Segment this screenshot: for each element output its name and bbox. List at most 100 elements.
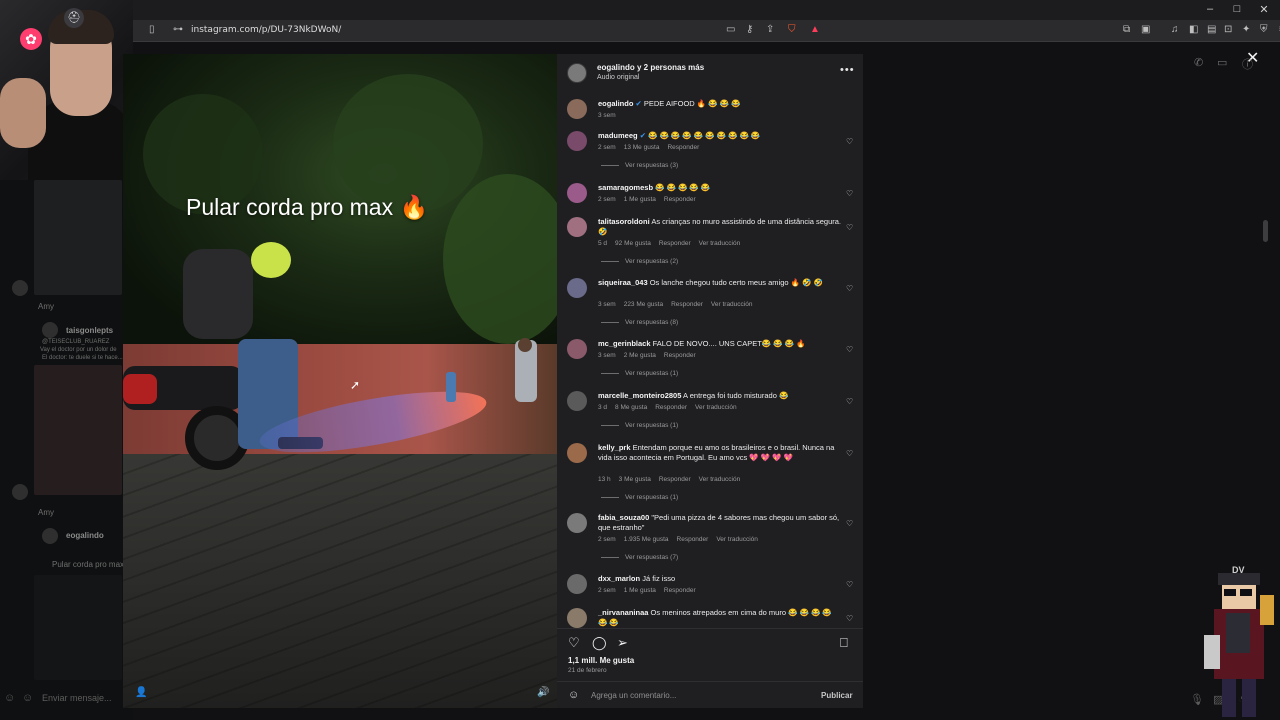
site-settings-icon[interactable]: ⊶ (173, 24, 183, 35)
like-icon[interactable]: ♡ (568, 635, 580, 651)
comment-likes[interactable]: 1 Me gusta (624, 587, 656, 594)
comment-like-icon[interactable]: ♡ (846, 223, 853, 232)
extensions-icon[interactable]: ⧉ (1123, 24, 1130, 35)
brave-rewards-icon[interactable]: ▲ (810, 24, 820, 35)
share-icon[interactable]: ⇪ (766, 24, 774, 35)
reply-button[interactable]: Responder (671, 301, 703, 308)
music-icon[interactable]: ♫ (1171, 24, 1179, 35)
cast-icon[interactable]: ▭ (726, 24, 735, 35)
translate-button[interactable]: Ver traducción (699, 476, 741, 483)
vpn-icon[interactable]: ⛨ (1260, 24, 1268, 35)
emoji-picker-icon[interactable]: ☺ (568, 689, 579, 701)
reply-button[interactable]: Responder (659, 476, 691, 483)
comment-like-icon[interactable]: ♡ (846, 397, 853, 406)
wallet-icon[interactable]: ▣ (1141, 24, 1150, 35)
reply-button[interactable]: Responder (667, 144, 699, 151)
comment-avatar[interactable] (567, 278, 587, 298)
maximize-button[interactable]: □ (1227, 3, 1247, 15)
comment-avatar[interactable] (567, 608, 587, 628)
comment-likes[interactable]: 2 Me gusta (624, 352, 656, 359)
comment-like-icon[interactable]: ♡ (846, 345, 853, 354)
comment-likes[interactable]: 92 Me gusta (615, 240, 651, 247)
comment-likes[interactable]: 1 Me gusta (624, 196, 656, 203)
address-bar[interactable]: ▯ ⊶ instagram.com/p/DU-73NkDWoN/ ▭ ⚷ ⇪ ⛉… (133, 20, 1280, 42)
minimize-button[interactable]: – (1200, 3, 1220, 15)
scrollbar-thumb[interactable] (1263, 220, 1268, 242)
comment-username[interactable]: kelly_prk (598, 443, 631, 452)
comment-username[interactable]: mc_gerinblack (598, 339, 651, 348)
audio-label[interactable]: Audio original (597, 74, 639, 81)
comment-username[interactable]: samaragomesb (598, 183, 653, 192)
translate-button[interactable]: Ver traducción (695, 404, 737, 411)
reply-button[interactable]: Responder (677, 536, 709, 543)
comment-avatar[interactable] (567, 391, 587, 411)
comment-username[interactable]: eogalindo (598, 99, 633, 108)
view-replies-button[interactable]: Ver respuestas (1) (601, 370, 678, 377)
comment-icon[interactable]: ◯ (592, 635, 607, 651)
translate-button[interactable]: Ver traducción (699, 240, 741, 247)
comment-like-icon[interactable]: ♡ (846, 614, 853, 623)
comment-avatar[interactable] (567, 217, 587, 237)
key-icon[interactable]: ⚷ (746, 24, 753, 35)
comment-username[interactable]: madumeeg (598, 131, 638, 140)
post-authors[interactable]: eogalindo y 2 personas más (597, 63, 704, 72)
leo-icon[interactable]: ✦ (1242, 24, 1250, 35)
post-video[interactable]: Pular corda pro max 🔥 ➚ 👤 🔊 (123, 54, 557, 708)
comment-avatar[interactable] (567, 339, 587, 359)
save-icon[interactable]: ⎕ (840, 635, 848, 651)
reply-button[interactable]: Responder (664, 196, 696, 203)
chat-emoji-icon[interactable]: ☺ (22, 692, 33, 704)
comment-likes[interactable]: 3 Me gusta (619, 476, 651, 483)
comment-like-icon[interactable]: ♡ (846, 137, 853, 146)
likes-count[interactable]: 1,1 mill. Me gusta (568, 656, 634, 665)
reply-button[interactable]: Responder (655, 404, 687, 411)
window-close-button[interactable]: ✕ (1254, 3, 1274, 16)
comment-avatar[interactable] (567, 574, 587, 594)
comment-avatar[interactable] (567, 443, 587, 463)
comment-like-icon[interactable]: ♡ (846, 284, 853, 293)
brave-shield-icon[interactable]: ⛉ (788, 24, 796, 35)
translate-button[interactable]: Ver traducción (711, 301, 753, 308)
comment-username[interactable]: _nirvananinaa (598, 608, 648, 617)
comment-like-icon[interactable]: ♡ (846, 519, 853, 528)
reply-button[interactable]: Responder (659, 240, 691, 247)
reader-icon[interactable]: ▤ (1207, 24, 1216, 35)
comment-likes[interactable]: 223 Me gusta (624, 301, 663, 308)
comment-likes[interactable]: 8 Me gusta (615, 404, 647, 411)
share-post-icon[interactable]: ➢ (617, 635, 628, 651)
comment-username[interactable]: talitasoroldoni (598, 217, 650, 226)
view-replies-button[interactable]: Ver respuestas (8) (601, 319, 678, 326)
comment-likes[interactable]: 1.935 Me gusta (624, 536, 669, 543)
publish-button[interactable]: Publicar (821, 691, 853, 700)
url-text[interactable]: instagram.com/p/DU-73NkDWoN/ (191, 25, 341, 35)
comment-avatar[interactable] (567, 131, 587, 151)
view-replies-button[interactable]: Ver respuestas (7) (601, 554, 678, 561)
view-replies-button[interactable]: Ver respuestas (1) (601, 422, 678, 429)
tabs-icon[interactable]: ⊡ (1224, 24, 1232, 35)
comment-username[interactable]: dxx_marlon (598, 574, 640, 583)
translate-button[interactable]: Ver traducción (716, 536, 758, 543)
comment-body: mc_gerinblack FALO DE NOVO.... UNS CAPET… (598, 339, 842, 349)
comment-avatar[interactable] (567, 513, 587, 533)
comment-avatar[interactable] (567, 183, 587, 203)
comment-like-icon[interactable]: ♡ (846, 449, 853, 458)
comment-username[interactable]: siqueiraa_043 (598, 278, 648, 287)
author-avatar[interactable] (567, 63, 587, 83)
view-replies-button[interactable]: Ver respuestas (1) (601, 494, 678, 501)
comment-input[interactable]: Agrega un comentario... (591, 691, 676, 700)
comment-like-icon[interactable]: ♡ (846, 580, 853, 589)
view-replies-button[interactable]: Ver respuestas (3) (601, 162, 678, 169)
tagged-user-icon[interactable]: 👤 (135, 687, 147, 698)
reply-button[interactable]: Responder (664, 587, 696, 594)
bookmark-icon[interactable]: ▯ (149, 24, 155, 35)
reply-button[interactable]: Responder (664, 352, 696, 359)
volume-icon[interactable]: 🔊 (537, 687, 549, 698)
sidebar-icon[interactable]: ◧ (1189, 24, 1198, 35)
comment-avatar[interactable] (567, 99, 587, 119)
comment-like-icon[interactable]: ♡ (846, 189, 853, 198)
comment-likes[interactable]: 13 Me gusta (624, 144, 660, 151)
comment-username[interactable]: marcelle_monteiro2805 (598, 391, 681, 400)
view-replies-button[interactable]: Ver respuestas (2) (601, 258, 678, 265)
more-options-button[interactable]: ••• (840, 64, 855, 76)
comment-username[interactable]: fabia_souza00 (598, 513, 649, 522)
